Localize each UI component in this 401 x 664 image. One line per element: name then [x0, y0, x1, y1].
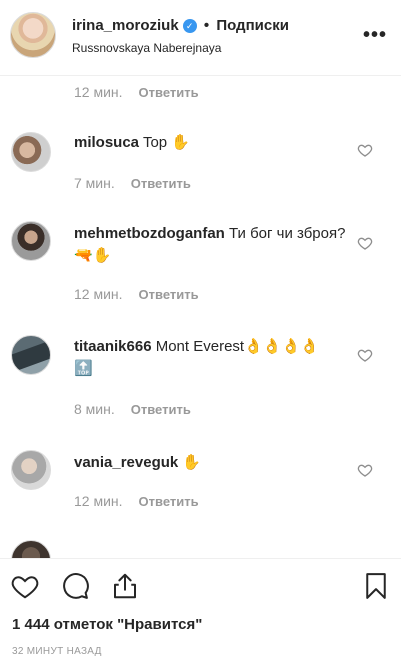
comment-text: mehmetbozdoganfan Ти бог чи зброя?🔫✋: [74, 223, 364, 267]
verified-badge-icon: ✓: [182, 19, 197, 33]
comment-body: ✋: [182, 454, 202, 471]
comment-text: milosuca Top ✋: [74, 132, 354, 154]
comment-text: vania_reveguk ✋: [74, 452, 354, 474]
commenter-avatar[interactable]: [11, 132, 51, 172]
more-options-icon[interactable]: •••: [363, 24, 387, 47]
comment-body: Top ✋: [142, 134, 190, 151]
comment-meta: 8 мин. Ответить: [74, 401, 191, 417]
like-comment-heart-icon[interactable]: [357, 347, 373, 363]
reply-button[interactable]: Ответить: [139, 287, 199, 302]
reply-button[interactable]: Ответить: [131, 176, 191, 191]
location-link[interactable]: Russnovskaya Naberejnaya: [72, 41, 221, 55]
author-username[interactable]: irina_moroziuk: [72, 17, 179, 34]
post-timestamp: 32 МИНУТ НАЗАД: [12, 646, 102, 657]
separator-dot: •: [203, 17, 210, 34]
bookmark-icon[interactable]: [361, 571, 391, 601]
comment-meta: 12 мин. Ответить: [74, 286, 199, 302]
comments-list: 12 мин. Ответить milosuca Top ✋ 7 мин. Отв…: [0, 76, 401, 558]
like-heart-icon[interactable]: [10, 571, 40, 601]
comment-bubble-icon[interactable]: [60, 571, 90, 601]
comment-text: titaanik666 Mont Everest👌👌👌👌🔝: [74, 336, 334, 380]
like-comment-heart-icon[interactable]: [357, 235, 373, 251]
comment-username[interactable]: vania_reveguk: [74, 454, 178, 471]
following-button[interactable]: Подписки: [216, 17, 289, 34]
likes-count[interactable]: 1 444 отметок "Нравится": [12, 616, 202, 633]
commenter-avatar[interactable]: [11, 335, 51, 375]
post-header: irina_moroziuk ✓ • Подписки Russnovskaya …: [0, 0, 401, 76]
comment-time: 8 мин.: [74, 401, 115, 417]
comment-time: 12 мин.: [74, 493, 123, 509]
reply-button[interactable]: Ответить: [139, 494, 199, 509]
post-actions: 1 444 отметок "Нравится" 32 МИНУТ НАЗАД: [0, 558, 401, 664]
like-comment-heart-icon[interactable]: [357, 142, 373, 158]
commenter-avatar[interactable]: [11, 450, 51, 490]
share-upload-icon[interactable]: [110, 571, 140, 601]
reply-button[interactable]: Ответить: [139, 85, 199, 100]
reply-button[interactable]: Ответить: [131, 402, 191, 417]
comment-meta: 12 мин. Ответить: [74, 84, 199, 100]
like-comment-heart-icon[interactable]: [357, 462, 373, 478]
author-avatar[interactable]: [10, 12, 56, 58]
comment-time: 7 мин.: [74, 175, 115, 191]
commenter-avatar[interactable]: [11, 221, 51, 261]
comment-meta: 12 мин. Ответить: [74, 493, 199, 509]
comment-time: 12 мин.: [74, 286, 123, 302]
author-line: irina_moroziuk ✓ • Подписки: [72, 17, 289, 34]
comment-username[interactable]: titaanik666: [74, 338, 152, 355]
commenter-avatar[interactable]: [11, 540, 51, 558]
comment-username[interactable]: mehmetbozdoganfan: [74, 225, 225, 242]
comment-time: 12 мин.: [74, 84, 123, 100]
comment-username[interactable]: milosuca: [74, 134, 139, 151]
comment-meta: 7 мин. Ответить: [74, 175, 191, 191]
